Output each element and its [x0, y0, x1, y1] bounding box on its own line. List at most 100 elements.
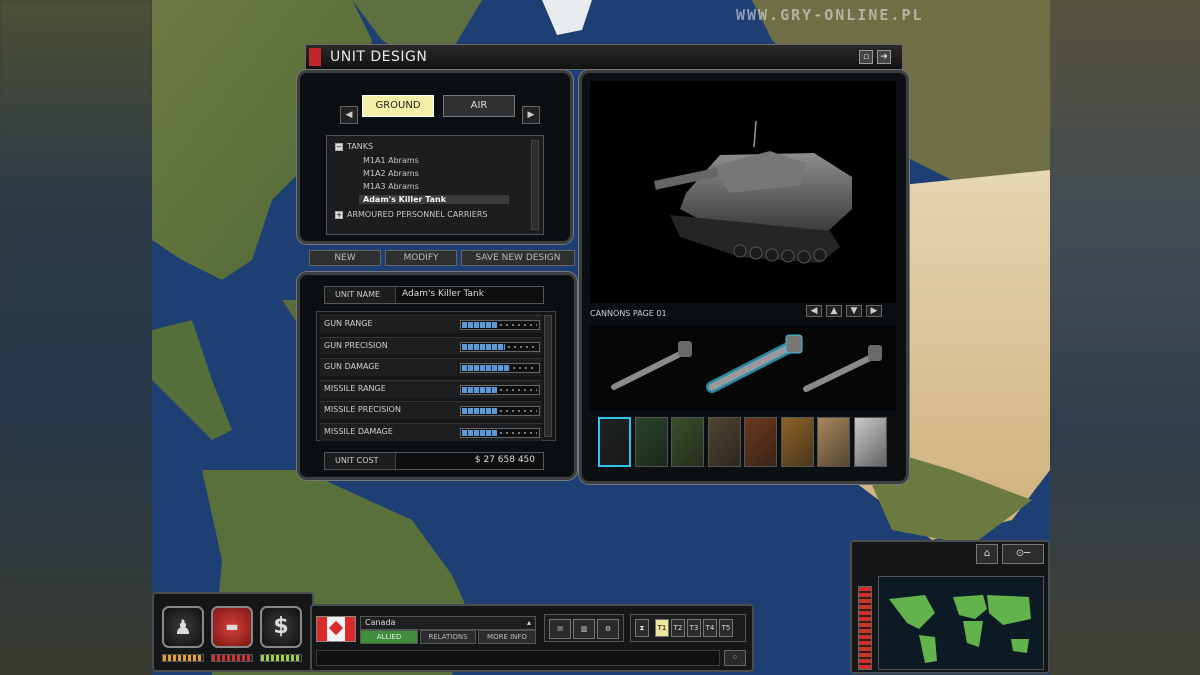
alert-meter	[858, 586, 872, 670]
speed-group: ⧗ T1 T2 T3 T4 T5	[630, 614, 746, 642]
tab-air[interactable]: AIR	[443, 95, 515, 117]
window-title-bar[interactable]: UNIT DESIGN ▫ ➜	[305, 44, 903, 70]
stat-row[interactable]: MISSILE RANGE	[320, 379, 542, 398]
stat-bar[interactable]	[460, 320, 540, 330]
modify-button[interactable]: MODIFY	[385, 250, 457, 266]
minimap-world	[889, 595, 1031, 663]
stat-row[interactable]: MISSILE DAMAGE	[320, 422, 542, 441]
stat-bar-remaining	[500, 431, 537, 434]
cannon-option-3	[803, 345, 882, 392]
speed-t3-button[interactable]: T3	[687, 619, 701, 637]
next-category-button[interactable]: ▶	[522, 106, 540, 124]
minimap-panel: ⌂ ⊙─	[850, 540, 1050, 674]
tree-item-m1a2[interactable]: M1A2 Abrams	[363, 169, 419, 178]
canada-flag-icon[interactable]	[316, 616, 356, 642]
stat-bar-fill	[462, 322, 498, 328]
settings-icon[interactable]: ⚙	[597, 619, 619, 639]
military-meter	[211, 654, 253, 662]
speed-t1-button[interactable]: T1	[655, 619, 669, 637]
tree-item-label: ARMOURED PERSONNEL CARRIERS	[347, 210, 488, 219]
tools-group: ✉ ▥ ⚙	[544, 614, 624, 642]
stat-row[interactable]: GUN RANGE	[320, 315, 542, 333]
tree-scrollbar[interactable]	[531, 140, 539, 230]
cannons-prev-button[interactable]: ◀	[806, 305, 822, 317]
tree-item-m1a3[interactable]: M1A3 Abrams	[363, 182, 419, 191]
camouflage-swatch[interactable]	[707, 417, 741, 467]
stat-bar[interactable]	[460, 384, 540, 395]
relations-button[interactable]: RELATIONS	[420, 630, 476, 644]
zoom-slider-icon[interactable]: ⊙─	[1002, 544, 1044, 564]
stat-bar[interactable]	[460, 363, 540, 373]
camouflage-swatch[interactable]	[853, 417, 887, 467]
speed-t2-button[interactable]: T2	[671, 619, 685, 637]
dollar-icon: $	[273, 614, 289, 639]
stat-bar-fill	[462, 343, 505, 350]
camouflage-swatch[interactable]	[744, 417, 777, 467]
politics-button[interactable]: ♟	[162, 606, 204, 648]
cannons-next-button[interactable]: ▶	[866, 305, 882, 317]
stat-bar-remaining	[500, 410, 537, 412]
tab-ground[interactable]: GROUND	[362, 95, 434, 117]
military-button[interactable]: ▬	[211, 606, 253, 648]
ticker-expand-icon[interactable]: ⁘	[724, 650, 746, 666]
cannon-option-2-selected	[706, 334, 803, 393]
speed-t5-button[interactable]: T5	[719, 619, 733, 637]
tree-item-selected[interactable]: Adam's Killer Tank	[359, 195, 509, 204]
unit-design-window: UNIT DESIGN ▫ ➜ ◀ GROUND AIR ▶ − TANKS M1…	[297, 44, 909, 484]
stat-row[interactable]: MISSILE PRECISION	[320, 401, 542, 419]
camouflage-swatch[interactable]	[671, 417, 704, 467]
new-button[interactable]: NEW	[309, 250, 381, 266]
country-select[interactable]: Canada ▴	[360, 616, 536, 630]
stat-bar-fill	[462, 408, 498, 414]
expand-icon[interactable]: +	[335, 210, 343, 219]
stat-label: MISSILE RANGE	[324, 383, 386, 393]
tank-icon: ▬	[225, 619, 239, 635]
watermark-text: WWW.GRY-ONLINE.PL	[736, 6, 924, 24]
chat-icon[interactable]: ✉	[549, 619, 571, 639]
stat-bar[interactable]	[460, 427, 540, 438]
lock-icon[interactable]: ⌂	[976, 544, 998, 564]
country-bar: Canada ▴ ALLIED RELATIONS MORE INFO ✉ ▥ ⚙…	[310, 604, 754, 672]
stat-bar[interactable]	[460, 341, 540, 352]
camouflage-swatch[interactable]	[634, 417, 668, 467]
prev-category-button[interactable]: ◀	[340, 106, 358, 124]
podium-icon: ♟	[174, 615, 192, 639]
tree-item-m1a1[interactable]: M1A1 Abrams	[363, 156, 419, 165]
main-toolbar: ♟ ▬ $	[152, 592, 314, 672]
stat-label: MISSILE DAMAGE	[324, 426, 393, 436]
economy-button[interactable]: $	[260, 606, 302, 648]
unit-name-input[interactable]: Adam's Killer Tank	[395, 287, 543, 303]
tree-item-tanks[interactable]: − TANKS	[335, 142, 373, 151]
camouflage-swatch[interactable]	[817, 417, 850, 467]
camouflage-swatch[interactable]	[598, 417, 631, 467]
stats-icon[interactable]: ▥	[573, 619, 595, 639]
close-icon[interactable]: ➜	[877, 50, 891, 64]
stat-label: GUN RANGE	[324, 319, 373, 328]
unit-cost-label: UNIT COST	[335, 456, 379, 465]
cannons-up-button[interactable]: ▲	[826, 305, 842, 317]
cannons-page-label: CANNONS PAGE 01	[590, 309, 667, 318]
stats-scrollbar[interactable]	[544, 315, 552, 437]
window-title: UNIT DESIGN	[330, 49, 428, 65]
country-name: Canada	[365, 618, 396, 627]
unit-cost-row: UNIT COST $ 27 658 450	[324, 452, 544, 470]
cannons-down-button[interactable]: ▼	[846, 305, 862, 317]
tank-viewport[interactable]	[590, 81, 896, 303]
speed-t4-button[interactable]: T4	[703, 619, 717, 637]
save-new-design-button[interactable]: SAVE NEW DESIGN	[461, 250, 575, 266]
stat-row[interactable]: GUN PRECISION	[320, 336, 542, 355]
tree-item-apc[interactable]: + ARMOURED PERSONNEL CARRIERS	[335, 210, 487, 219]
stat-bar[interactable]	[460, 406, 540, 416]
unit-tree[interactable]: − TANKS M1A1 Abrams M1A2 Abrams M1A3 Abra…	[326, 135, 544, 235]
collapse-icon[interactable]: −	[335, 142, 343, 151]
minimap[interactable]	[878, 576, 1044, 670]
minimize-icon[interactable]: ▫	[859, 50, 873, 64]
more-info-button[interactable]: MORE INFO	[478, 630, 536, 644]
hourglass-icon[interactable]: ⧗	[635, 619, 649, 637]
stat-row[interactable]: GUN DAMAGE	[320, 358, 542, 376]
window-accent	[309, 48, 321, 66]
camouflage-swatch[interactable]	[780, 417, 814, 467]
cannon-options	[611, 334, 882, 393]
unit-name-row: UNIT NAME Adam's Killer Tank	[324, 286, 544, 304]
tank-model	[654, 120, 852, 264]
